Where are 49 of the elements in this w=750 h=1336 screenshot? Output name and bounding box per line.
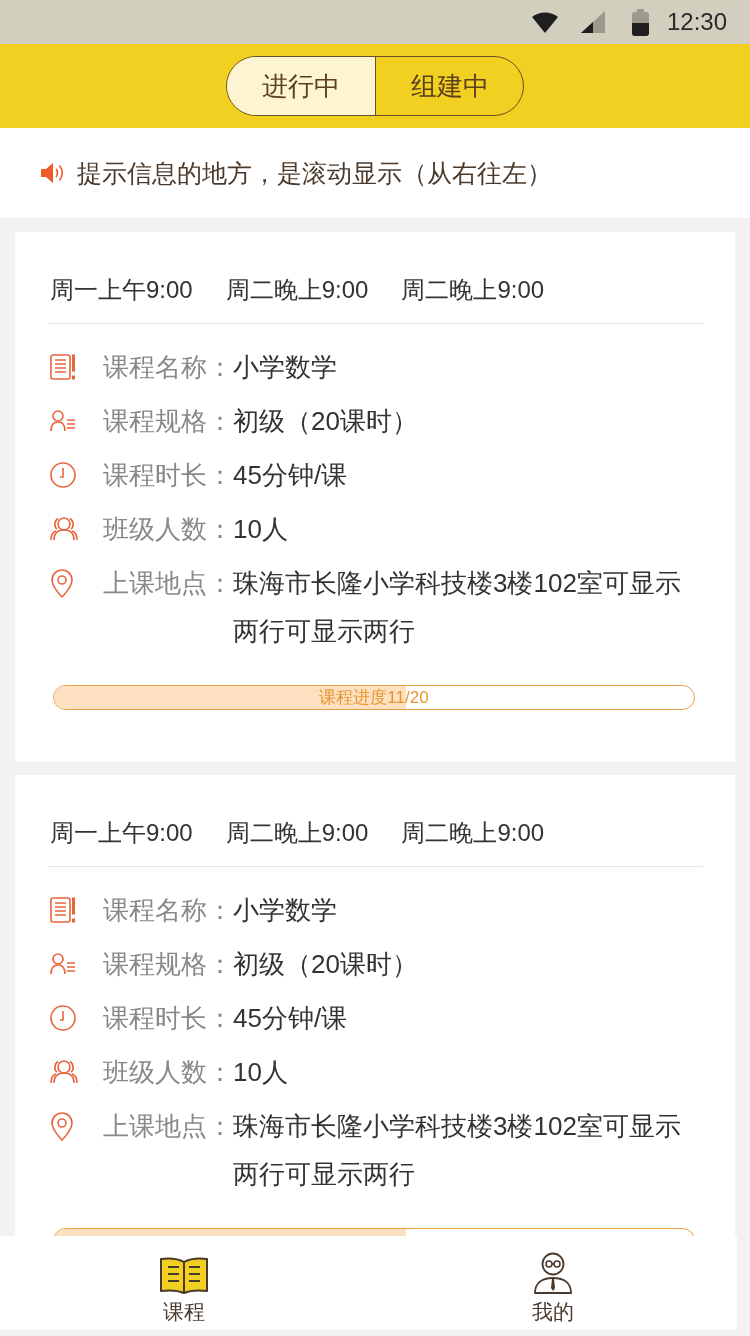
detail-label: 班级人数： (103, 513, 233, 546)
schedule-time: 周二晚上9:00 (401, 276, 545, 304)
detail-label: 课程规格： (103, 948, 233, 981)
detail-value: 珠海市长隆小学科技楼3楼102室可显示两行可显示两行 (233, 567, 682, 648)
progress-label: 课程进度11/20 (319, 687, 429, 708)
detail-value: 小学数学 (233, 351, 338, 384)
nav-tab[interactable]: 课程 (0, 1236, 369, 1330)
person-list-icon (50, 953, 76, 975)
person-icon (533, 1252, 572, 1294)
schedule-time: 周二晚上9:00 (401, 819, 545, 847)
location-pin-icon (50, 568, 74, 598)
detail-label: 课程规格： (103, 405, 233, 438)
nav-tab[interactable]: 我的 (368, 1236, 737, 1330)
schedule-time: 周一上午9:00 (50, 276, 193, 304)
people-icon (50, 517, 78, 541)
clock-icon (50, 462, 76, 488)
detail-label: 上课地点： (103, 1110, 233, 1143)
detail-value: 45分钟/课 (233, 459, 349, 492)
book-icon (160, 1256, 209, 1294)
document-icon (50, 354, 76, 380)
clock-icon (50, 1005, 76, 1031)
status-time: 12:30 (666, 8, 727, 36)
schedule-time: 周二晚上9:00 (225, 819, 369, 847)
schedule-time: 周二晚上9:00 (225, 276, 369, 304)
detail-value: 小学数学 (233, 894, 338, 927)
speaker-icon (41, 162, 66, 184)
location-pin-icon (50, 1111, 74, 1141)
wifi-icon (531, 11, 558, 33)
notice-text: 提示信息的地方，是滚动显示（从右往左） (77, 158, 552, 188)
detail-label: 班级人数： (103, 1056, 233, 1089)
detail-label: 课程名称： (103, 894, 233, 927)
tab[interactable]: 组建中 (375, 57, 523, 115)
schedule-time: 周一上午9:00 (50, 819, 193, 847)
detail-value: 初级（20课时） (233, 948, 419, 981)
detail-label: 上课地点： (103, 567, 233, 600)
person-list-icon (50, 410, 76, 432)
battery-icon (631, 8, 649, 36)
detail-value: 珠海市长隆小学科技楼3楼102室可显示两行可显示两行 (233, 1110, 682, 1191)
detail-value: 初级（20课时） (233, 405, 419, 438)
detail-label: 课程时长： (103, 459, 233, 492)
detail-value: 10人 (233, 1056, 289, 1089)
detail-label: 课程时长： (103, 1002, 233, 1035)
detail-label: 课程名称： (103, 351, 233, 384)
tab[interactable]: 进行中 (227, 57, 375, 115)
people-icon (50, 1060, 78, 1084)
document-icon (50, 897, 76, 923)
detail-value: 10人 (233, 513, 289, 546)
detail-value: 45分钟/课 (233, 1002, 349, 1035)
signal-icon (580, 11, 605, 33)
